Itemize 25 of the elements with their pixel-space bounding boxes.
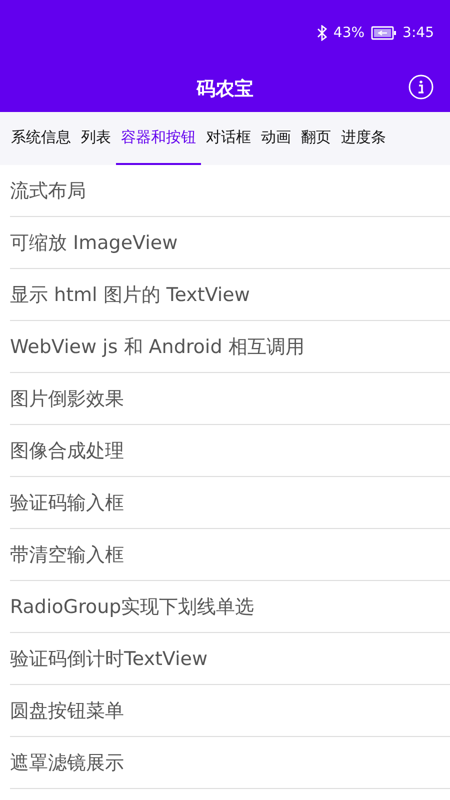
list-item[interactable]: 显示 html 图片的 TextView bbox=[10, 282, 250, 308]
list-item[interactable]: 图像合成处理 bbox=[10, 438, 124, 464]
category-tab[interactable]: 列表 bbox=[76, 112, 116, 165]
category-tab[interactable]: 进度条 bbox=[336, 112, 391, 165]
list-item[interactable]: 遮罩滤镜展示 bbox=[10, 750, 124, 776]
list-item[interactable]: 验证码输入框 bbox=[10, 490, 124, 516]
list-item[interactable]: 图片倒影效果 bbox=[10, 386, 124, 412]
list-item[interactable]: WebView js 和 Android 相互调用 bbox=[10, 334, 304, 360]
clock-time: 3:45 bbox=[402, 25, 434, 41]
category-tab[interactable]: 对话框 bbox=[201, 112, 256, 165]
battery-icon bbox=[370, 26, 397, 40]
list-item[interactable]: 圆盘按钮菜单 bbox=[10, 698, 124, 724]
list-item[interactable]: 验证码倒计时TextView bbox=[10, 646, 208, 672]
bluetooth-icon bbox=[317, 25, 328, 41]
category-tab[interactable]: 翻页 bbox=[296, 112, 336, 165]
list-item[interactable]: 可缩放 ImageView bbox=[10, 230, 178, 256]
info-icon[interactable] bbox=[408, 74, 434, 100]
category-tab[interactable]: 系统信息 bbox=[6, 112, 76, 165]
list-item[interactable]: 带清空输入框 bbox=[10, 542, 124, 568]
category-tab[interactable]: 动画 bbox=[256, 112, 296, 165]
app-title: 码农宝 bbox=[196, 77, 254, 102]
list-item[interactable]: 流式布局 bbox=[10, 178, 86, 204]
battery-percent: 43% bbox=[333, 25, 365, 41]
list-item[interactable]: RadioGroup实现下划线单选 bbox=[10, 594, 254, 620]
category-tab[interactable]: 容器和按钮 bbox=[116, 112, 201, 165]
